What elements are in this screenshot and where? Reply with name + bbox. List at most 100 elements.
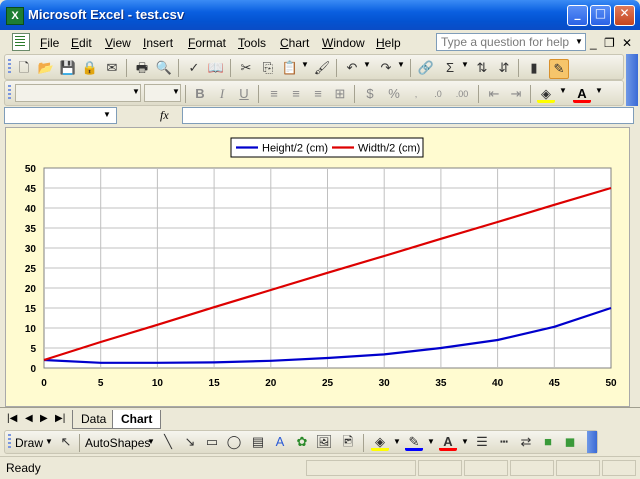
close-button[interactable]: ✕: [614, 5, 635, 26]
sort-ascending-icon[interactable]: ⇅: [473, 59, 491, 77]
email-icon[interactable]: ✉: [103, 59, 121, 77]
align-left-icon[interactable]: ≡: [265, 85, 283, 103]
bold-button[interactable]: B: [191, 85, 209, 103]
first-sheet-button[interactable]: |◀: [7, 413, 17, 424]
currency-button[interactable]: $: [361, 85, 379, 103]
help-dropdown-icon[interactable]: ▼: [573, 34, 585, 50]
draw-dropdown-icon[interactable]: ▼: [45, 437, 53, 446]
chart-legend[interactable]: Height/2 (cm) Width/2 (cm): [230, 137, 424, 158]
menu-tools[interactable]: Tools: [238, 36, 266, 50]
draw-font-color-icon[interactable]: A: [439, 433, 457, 451]
maximize-button[interactable]: □: [590, 5, 611, 26]
line-icon[interactable]: ╲: [159, 433, 177, 451]
name-box-dropdown-icon[interactable]: ▼: [103, 110, 111, 119]
oval-icon[interactable]: ◯: [225, 433, 243, 451]
redo-icon[interactable]: ↷: [377, 59, 395, 77]
paste-icon[interactable]: 📋: [281, 59, 299, 77]
merge-center-icon[interactable]: ⊞: [331, 85, 349, 103]
font-name-select[interactable]: [15, 84, 141, 102]
toolbar-options-icon[interactable]: [587, 431, 597, 453]
undo-dropdown-icon[interactable]: ▼: [363, 60, 371, 69]
copy-icon[interactable]: ⎘: [259, 59, 277, 77]
next-sheet-button[interactable]: ▶: [40, 413, 48, 424]
toolbar-grip[interactable]: [8, 59, 11, 75]
menu-insert[interactable]: Insert: [143, 36, 173, 50]
menu-edit[interactable]: Edit: [71, 36, 92, 50]
increase-decimal-icon[interactable]: .0: [429, 85, 447, 103]
clip-art-icon[interactable]: 🖼: [315, 433, 333, 451]
chart[interactable]: Height/2 (cm) Width/2 (cm) 0 5 10 15 20 25 30 35…: [6, 128, 631, 408]
font-color-dropdown-icon[interactable]: ▼: [595, 86, 603, 95]
insert-function-button[interactable]: fx: [160, 108, 169, 123]
fill-color-dropdown-icon[interactable]: ▼: [393, 437, 401, 446]
autoshapes-dropdown-icon[interactable]: ▼: [147, 437, 155, 446]
autoshapes-menu-button[interactable]: AutoShapes: [85, 436, 150, 450]
draw-font-color-dropdown-icon[interactable]: ▼: [461, 437, 469, 446]
toolbar-grip[interactable]: [8, 434, 11, 450]
new-icon[interactable]: 🗋: [15, 59, 33, 77]
line-style-icon[interactable]: ☰: [473, 433, 491, 451]
spelling-icon[interactable]: ✓: [185, 59, 203, 77]
italic-button[interactable]: I: [213, 85, 231, 103]
workbook-icon[interactable]: [12, 33, 30, 51]
fill-color-icon[interactable]: ◈: [371, 433, 389, 451]
select-objects-icon[interactable]: ↖: [57, 433, 75, 451]
line-color-dropdown-icon[interactable]: ▼: [427, 437, 435, 446]
comma-style-icon[interactable]: ,: [407, 85, 425, 103]
menu-format[interactable]: Format: [188, 36, 226, 50]
fill-color-dropdown-icon[interactable]: ▼: [559, 86, 567, 95]
rectangle-icon[interactable]: ▭: [203, 433, 221, 451]
increase-indent-icon[interactable]: ⇥: [507, 85, 525, 103]
diagram-icon[interactable]: ✿: [293, 433, 311, 451]
shadow-style-icon[interactable]: ■: [539, 433, 557, 451]
tab-data[interactable]: Data: [72, 410, 116, 429]
drawing-icon[interactable]: ✎: [549, 59, 569, 79]
help-search-input[interactable]: Type a question for help: [436, 33, 586, 51]
line-color-icon[interactable]: ✎: [405, 433, 423, 451]
decrease-decimal-icon[interactable]: .00: [453, 85, 471, 103]
font-name-dropdown-icon[interactable]: ▼: [132, 87, 140, 96]
percent-button[interactable]: %: [385, 85, 403, 103]
permission-icon[interactable]: 🔒: [81, 59, 99, 77]
picture-icon[interactable]: 🖻: [339, 433, 357, 451]
format-painter-icon[interactable]: 🖌: [313, 59, 331, 77]
menu-file[interactable]: File: [40, 36, 59, 50]
undo-icon[interactable]: ↶: [343, 59, 361, 77]
font-color-button[interactable]: A: [573, 85, 591, 103]
text-box-icon[interactable]: ▤: [249, 433, 267, 451]
arrow-style-icon[interactable]: ⇄: [517, 433, 535, 451]
align-center-icon[interactable]: ≡: [287, 85, 305, 103]
3d-style-icon[interactable]: ◼: [561, 433, 579, 451]
decrease-indent-icon[interactable]: ⇤: [485, 85, 503, 103]
dash-style-icon[interactable]: ┅: [495, 433, 513, 451]
autosum-icon[interactable]: Σ: [441, 59, 459, 77]
sort-descending-icon[interactable]: ⇵: [495, 59, 513, 77]
doc-restore-button[interactable]: ❐: [604, 36, 615, 50]
tab-chart[interactable]: Chart: [112, 410, 162, 429]
name-box[interactable]: [4, 107, 117, 124]
autosum-dropdown-icon[interactable]: ▼: [461, 60, 469, 69]
title-bar[interactable]: X Microsoft Excel - test.csv _ □ ✕: [0, 0, 640, 30]
print-preview-icon[interactable]: 🔍: [155, 59, 173, 77]
save-icon[interactable]: 💾: [59, 59, 77, 77]
menu-view[interactable]: View: [105, 36, 131, 50]
print-icon[interactable]: 🖶: [133, 59, 151, 77]
cut-icon[interactable]: ✂: [237, 59, 255, 77]
doc-minimize-button[interactable]: _: [590, 36, 597, 50]
prev-sheet-button[interactable]: ◀: [25, 413, 33, 424]
last-sheet-button[interactable]: ▶|: [55, 413, 65, 424]
arrow-icon[interactable]: ↘: [181, 433, 199, 451]
wordart-icon[interactable]: A: [271, 433, 289, 451]
excel-app-icon[interactable]: X: [6, 7, 24, 25]
research-icon[interactable]: 📖: [207, 59, 225, 77]
font-size-dropdown-icon[interactable]: ▼: [172, 87, 180, 96]
menu-window[interactable]: Window: [322, 36, 365, 50]
toolbar-options-strip[interactable]: [626, 54, 638, 106]
formula-input[interactable]: [182, 107, 634, 124]
redo-dropdown-icon[interactable]: ▼: [397, 60, 405, 69]
hyperlink-icon[interactable]: 🔗: [417, 59, 435, 77]
menu-chart[interactable]: Chart: [280, 36, 309, 50]
align-right-icon[interactable]: ≡: [309, 85, 327, 103]
draw-menu-button[interactable]: Draw: [15, 436, 43, 450]
menu-help[interactable]: Help: [376, 36, 401, 50]
